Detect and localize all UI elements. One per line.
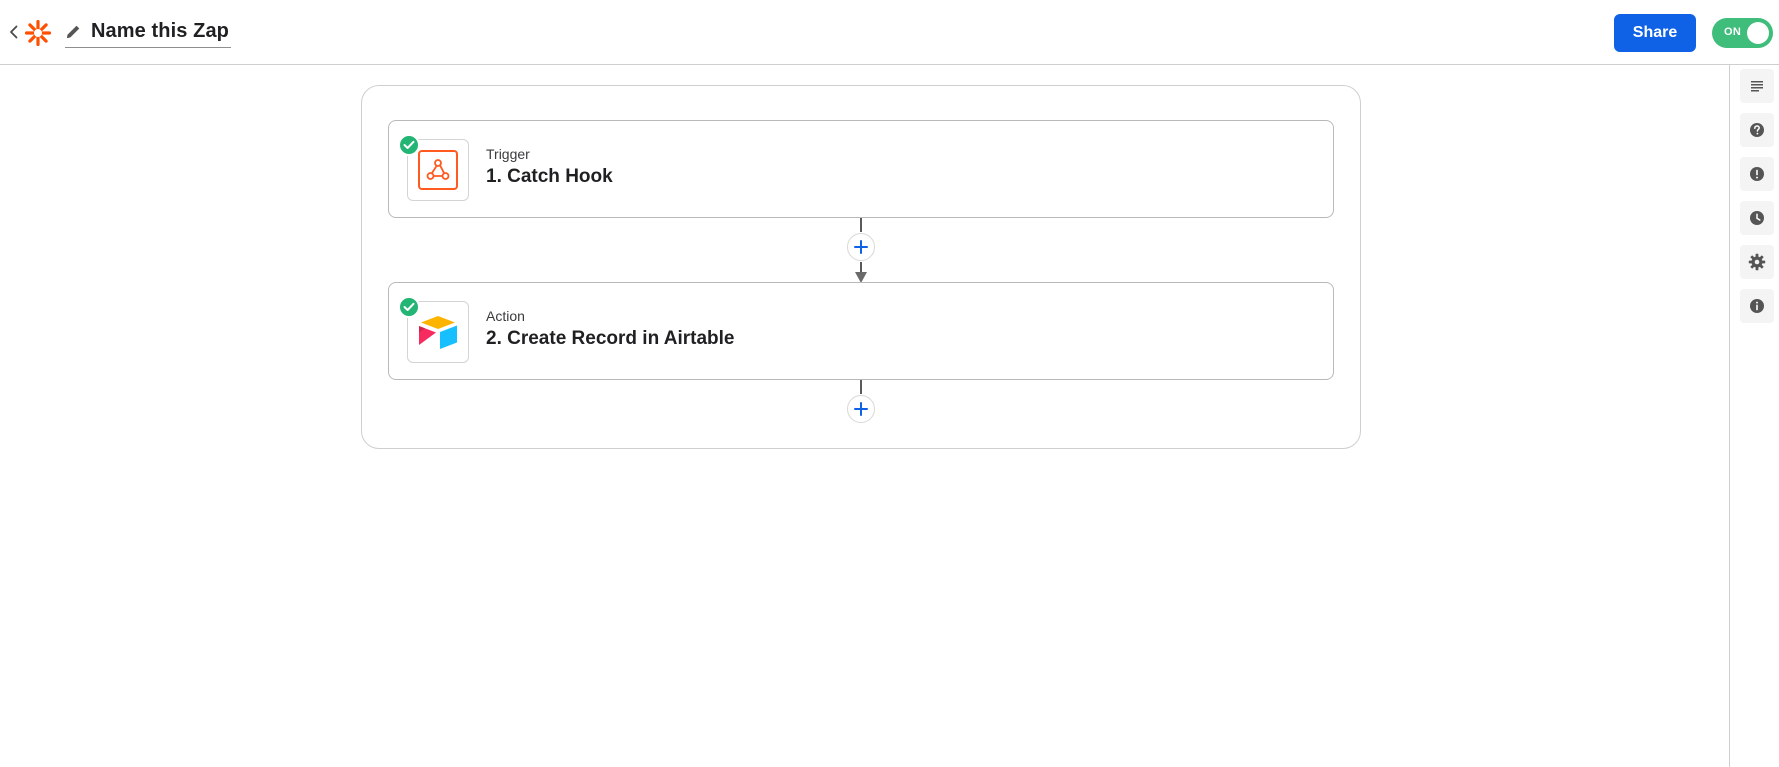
step-type-label: Trigger	[486, 146, 530, 162]
plus-icon	[854, 240, 868, 254]
add-step-button[interactable]	[847, 233, 875, 261]
check-icon	[398, 296, 420, 318]
toggle-knob	[1747, 22, 1769, 44]
back-button[interactable]	[6, 21, 22, 43]
chevron-left-icon	[10, 25, 18, 39]
connector-line	[860, 380, 862, 394]
webhook-icon	[418, 150, 458, 190]
notes-icon	[1751, 81, 1763, 92]
step-title: 2. Create Record in Airtable	[486, 328, 735, 349]
share-button[interactable]: Share	[1614, 14, 1696, 52]
right-sidebar	[1729, 65, 1779, 767]
rail-history-button[interactable]	[1740, 201, 1774, 235]
connector-line	[860, 218, 862, 232]
zap-name-field[interactable]: Name this Zap	[65, 18, 231, 48]
airtable-icon	[419, 316, 457, 349]
step-type-label: Action	[486, 308, 525, 324]
top-header: Name this Zap Share ON	[0, 0, 1779, 65]
plus-icon	[854, 402, 868, 416]
add-step-button[interactable]	[847, 395, 875, 423]
zapier-logo-icon[interactable]	[24, 19, 52, 47]
pencil-icon	[65, 23, 83, 41]
rail-alerts-button[interactable]	[1740, 157, 1774, 191]
step-card-action[interactable]: Action 2. Create Record in Airtable	[388, 282, 1334, 380]
info-icon	[1750, 299, 1764, 313]
history-icon	[1750, 211, 1764, 225]
rail-notes-button[interactable]	[1740, 69, 1774, 103]
connector-line	[860, 262, 862, 272]
help-icon	[1750, 123, 1764, 137]
rail-info-button[interactable]	[1740, 289, 1774, 323]
zap-on-toggle[interactable]: ON	[1712, 18, 1773, 48]
rail-help-button[interactable]	[1740, 113, 1774, 147]
step-card-trigger[interactable]: Trigger 1. Catch Hook	[388, 120, 1334, 218]
alert-icon	[1750, 167, 1764, 181]
toggle-label: ON	[1724, 26, 1742, 38]
zap-name-text: Name this Zap	[91, 20, 229, 42]
check-icon	[398, 134, 420, 156]
step-title: 1. Catch Hook	[486, 166, 613, 187]
settings-icon	[1748, 253, 1766, 271]
rail-settings-button[interactable]	[1740, 245, 1774, 279]
